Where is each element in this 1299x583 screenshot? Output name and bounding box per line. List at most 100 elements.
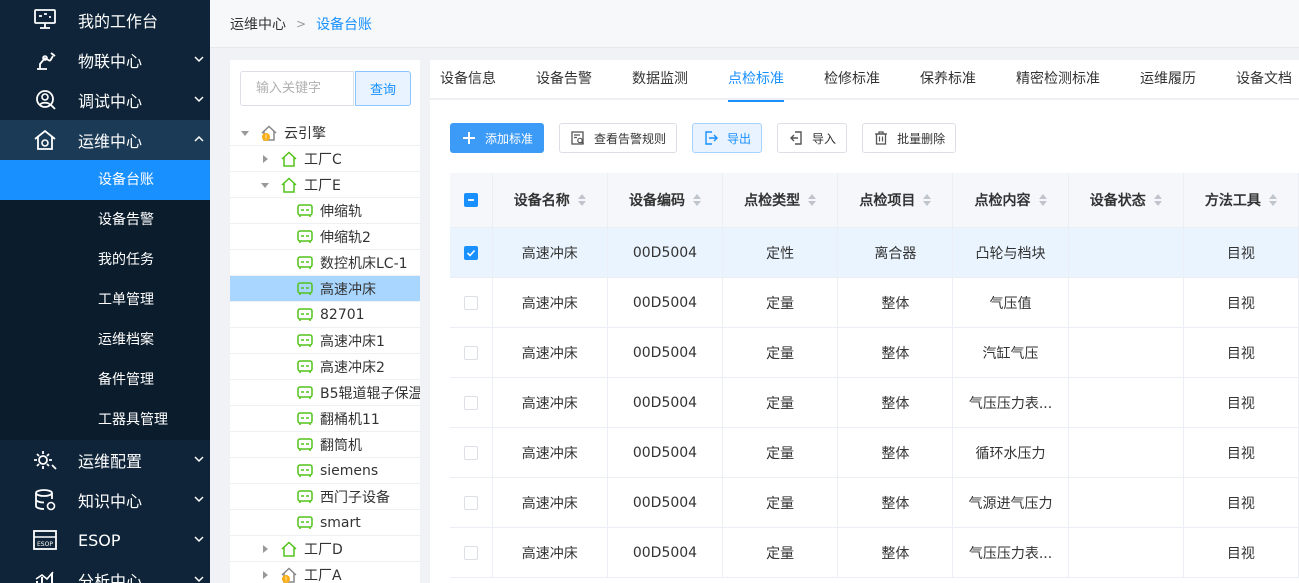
row-checkbox[interactable]: [463, 495, 478, 510]
sidebar-subitem[interactable]: 工单管理: [0, 280, 210, 320]
column-header-label: 方法工具: [1204, 193, 1261, 209]
tree-node[interactable]: 工厂C: [230, 146, 420, 172]
row-checkbox[interactable]: [463, 445, 478, 460]
add-standard-button[interactable]: 添加标准: [450, 123, 545, 153]
tree-node[interactable]: B5辊道辊子保温: [230, 380, 420, 406]
sort-icon[interactable]: [923, 194, 932, 206]
batch-delete-label: 批量删除: [897, 131, 946, 146]
sort-icon[interactable]: [577, 194, 586, 206]
sidebar-item-label: 知识中心: [78, 492, 143, 511]
sidebar-subitem[interactable]: 设备告警: [0, 200, 210, 240]
table-cell: 气源进气压力: [953, 478, 1069, 527]
column-header[interactable]: 设备编码: [608, 173, 724, 227]
sidebar-subitem[interactable]: 备件管理: [0, 360, 210, 400]
add-standard-label: 添加标准: [485, 131, 534, 146]
sidebar-subitem[interactable]: 设备台账: [0, 160, 210, 200]
tree-node[interactable]: ! 工厂A: [230, 562, 420, 583]
tab-6[interactable]: 精密检测标准: [1016, 60, 1100, 100]
table-cell: 定性: [723, 228, 839, 277]
column-header[interactable]: 设备名称: [493, 173, 608, 227]
tree-node[interactable]: siemens: [230, 458, 420, 484]
sidebar-item-database[interactable]: 知识中心: [0, 480, 210, 520]
sidebar-subitem[interactable]: 运维档案: [0, 320, 210, 360]
sidebar-item-robot-arm[interactable]: 物联中心: [0, 40, 210, 80]
tree-search-button[interactable]: 查询: [355, 71, 411, 106]
column-header[interactable]: 点检类型: [723, 173, 839, 227]
tree-node[interactable]: 伸缩轨: [230, 198, 420, 224]
table-cell: 定量: [723, 328, 839, 377]
column-header[interactable]: 方法工具: [1184, 173, 1299, 227]
sidebar-item-gear-config[interactable]: 运维配置: [0, 440, 210, 480]
sort-icon[interactable]: [1268, 194, 1277, 206]
breadcrumb-current: 设备台账: [316, 16, 373, 33]
caret-down-icon[interactable]: [260, 180, 270, 190]
batch-delete-button[interactable]: 批量删除: [862, 123, 957, 153]
tree-node[interactable]: 伸缩轨2: [230, 224, 420, 250]
column-header[interactable]: 点检内容: [953, 173, 1069, 227]
breadcrumb-root[interactable]: 运维中心: [230, 14, 286, 34]
import-button[interactable]: 导入: [777, 123, 848, 153]
chevron-down-icon: [194, 496, 204, 503]
caret-right-icon[interactable]: [260, 154, 270, 164]
sort-icon[interactable]: [692, 194, 701, 206]
select-all-checkbox[interactable]: [463, 193, 478, 207]
tab-0[interactable]: 设备信息: [440, 60, 496, 100]
tree-node[interactable]: 82701: [230, 302, 420, 328]
row-checkbox[interactable]: [463, 295, 478, 310]
sidebar-item-chart[interactable]: 分析中心: [0, 560, 210, 583]
sort-icon[interactable]: [1153, 194, 1162, 206]
caret-right-icon[interactable]: [260, 544, 270, 554]
row-select-cell: [450, 428, 493, 477]
tab-4[interactable]: 检修标准: [824, 60, 880, 100]
sort-icon[interactable]: [1038, 194, 1047, 206]
tab-1[interactable]: 设备告警: [536, 60, 592, 100]
tab-7[interactable]: 运维履历: [1140, 60, 1196, 100]
tab-8[interactable]: 设备文档: [1236, 60, 1292, 100]
table-row[interactable]: 高速冲床 00D5004 定量 整体 气压压力表... 目视: [450, 528, 1299, 578]
machine-icon: [296, 410, 314, 428]
tree-node[interactable]: 工厂E: [230, 172, 420, 198]
tree-node[interactable]: 翻筒机: [230, 432, 420, 458]
sidebar-subitem[interactable]: 我的任务: [0, 240, 210, 280]
export-button[interactable]: 导出: [692, 123, 763, 153]
row-checkbox[interactable]: [463, 245, 478, 260]
column-header[interactable]: 设备状态: [1069, 173, 1184, 227]
tree-node[interactable]: 工厂D: [230, 536, 420, 562]
table-row[interactable]: 高速冲床 00D5004 定量 整体 汽缸气压 目视: [450, 328, 1299, 378]
tree-node[interactable]: 西门子设备: [230, 484, 420, 510]
tree-node[interactable]: 高速冲床1: [230, 328, 420, 354]
row-checkbox[interactable]: [463, 395, 478, 410]
tree-node[interactable]: ! 云引擎: [230, 120, 420, 146]
table-cell: 00D5004: [608, 228, 724, 277]
table-row[interactable]: 高速冲床 00D5004 定量 整体 气压压力表... 目视: [450, 378, 1299, 428]
tree-node[interactable]: smart: [230, 510, 420, 536]
caret-right-icon[interactable]: [260, 570, 270, 580]
tree-node[interactable]: 高速冲床2: [230, 354, 420, 380]
tab-5[interactable]: 保养标准: [920, 60, 976, 100]
tab-3[interactable]: 点检标准: [728, 60, 784, 102]
tab-2[interactable]: 数据监测: [632, 60, 688, 100]
sidebar-item-esop[interactable]: ESOP ESOP: [0, 520, 210, 560]
column-header[interactable]: 点检项目: [838, 173, 954, 227]
table-cell: 整体: [838, 478, 954, 527]
caret-down-icon[interactable]: [240, 128, 250, 138]
row-checkbox[interactable]: [463, 345, 478, 360]
tree-node[interactable]: 数控机床LC-1: [230, 250, 420, 276]
sidebar-subitem[interactable]: 工器具管理: [0, 400, 210, 440]
export-icon: [705, 131, 719, 145]
table-row[interactable]: 高速冲床 00D5004 定量 整体 气源进气压力 目视: [450, 478, 1299, 528]
tree-node[interactable]: 高速冲床: [230, 276, 420, 302]
table-row[interactable]: 高速冲床 00D5004 定量 整体 循环水压力 目视: [450, 428, 1299, 478]
table-row[interactable]: 高速冲床 00D5004 定量 整体 气压值 目视: [450, 278, 1299, 328]
sidebar-item-house-gear[interactable]: 运维中心: [0, 120, 210, 160]
table-row[interactable]: 高速冲床 00D5004 定性 离合器 凸轮与档块 目视: [450, 228, 1299, 278]
row-checkbox[interactable]: [463, 545, 478, 560]
tree-node[interactable]: 翻桶机11: [230, 406, 420, 432]
sort-icon[interactable]: [808, 194, 817, 206]
table-cell: 整体: [838, 278, 954, 327]
view-alarm-rules-button[interactable]: 查看告警规则: [559, 123, 678, 153]
sidebar-item-debug[interactable]: 调试中心: [0, 80, 210, 120]
tree-search-input[interactable]: [240, 71, 354, 106]
tree-node-label: 伸缩轨: [320, 203, 362, 220]
sidebar-item-workbench[interactable]: 我的工作台: [0, 0, 210, 40]
